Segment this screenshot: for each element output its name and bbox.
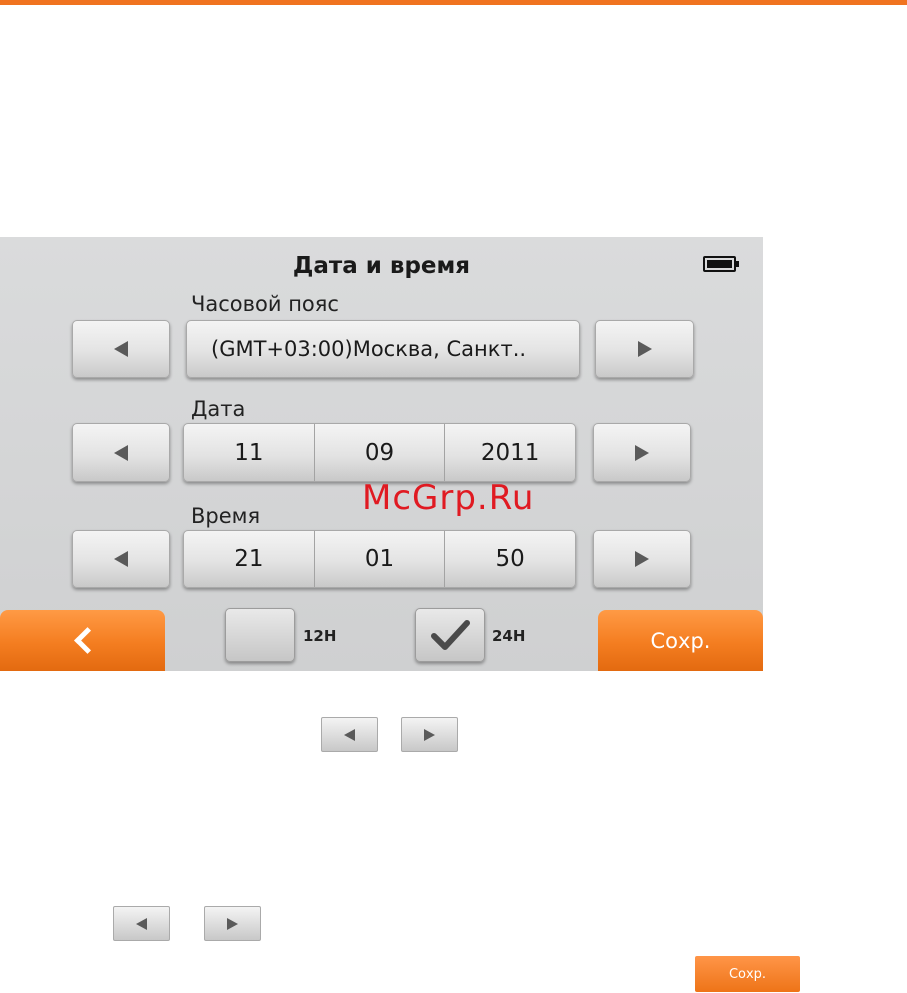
arrow-left-icon xyxy=(114,444,128,461)
save-button-label: Сохр. xyxy=(650,628,711,653)
arrow-left-icon xyxy=(344,728,355,741)
arrow-left-icon xyxy=(114,551,128,567)
time-field: 21 01 50 xyxy=(183,530,576,588)
format-12h-label: 12H xyxy=(303,627,337,645)
date-next-button[interactable] xyxy=(593,423,691,482)
time-prev-button[interactable] xyxy=(72,530,170,588)
time-hours[interactable]: 21 xyxy=(184,531,315,587)
timezone-prev-button[interactable] xyxy=(72,320,170,378)
arrow-left-icon xyxy=(136,917,147,930)
date-label: Дата xyxy=(191,397,246,421)
arrow-right-icon xyxy=(227,917,238,930)
back-button[interactable] xyxy=(0,610,165,671)
arrow-right-icon xyxy=(424,728,435,741)
legend-next-button xyxy=(401,717,458,752)
screen-title: Дата и время xyxy=(292,253,471,279)
arrow-right-icon xyxy=(635,551,649,567)
timezone-label: Часовой пояс xyxy=(191,292,339,316)
arrow-right-icon xyxy=(635,444,649,461)
timezone-next-button[interactable] xyxy=(595,320,694,378)
watermark: McGrp.Ru xyxy=(362,478,535,518)
date-day[interactable]: 11 xyxy=(184,424,315,481)
date-prev-button[interactable] xyxy=(72,423,170,482)
timezone-value: (GMT+03:00)Москва, Санкт.. xyxy=(211,337,527,361)
arrow-left-icon xyxy=(114,341,128,357)
legend-save-button: Сохр. xyxy=(695,956,800,992)
device-screen: Дата и время Часовой пояс (GMT+03:00)Мос… xyxy=(0,237,763,671)
chevron-left-icon xyxy=(74,627,101,654)
format-12h-checkbox[interactable] xyxy=(225,608,295,662)
save-button[interactable]: Сохр. xyxy=(598,610,763,671)
format-24h-checkbox[interactable] xyxy=(415,608,485,662)
timezone-field[interactable]: (GMT+03:00)Москва, Санкт.. xyxy=(186,320,580,378)
time-label: Время xyxy=(191,504,261,528)
arrow-right-icon xyxy=(637,341,652,357)
time-next-button[interactable] xyxy=(593,530,691,588)
checkmark-icon xyxy=(431,620,470,650)
time-minutes[interactable]: 01 xyxy=(315,531,446,587)
date-field: 11 09 2011 xyxy=(183,423,576,482)
legend-next-button-2 xyxy=(204,906,261,941)
format-24h-label: 24H xyxy=(492,627,526,645)
date-month[interactable]: 09 xyxy=(315,424,446,481)
top-orange-rule xyxy=(0,0,907,5)
legend-prev-button xyxy=(321,717,378,752)
time-seconds[interactable]: 50 xyxy=(445,531,575,587)
legend-prev-button-2 xyxy=(113,906,170,941)
battery-full-icon xyxy=(703,256,739,272)
date-year[interactable]: 2011 xyxy=(445,424,575,481)
